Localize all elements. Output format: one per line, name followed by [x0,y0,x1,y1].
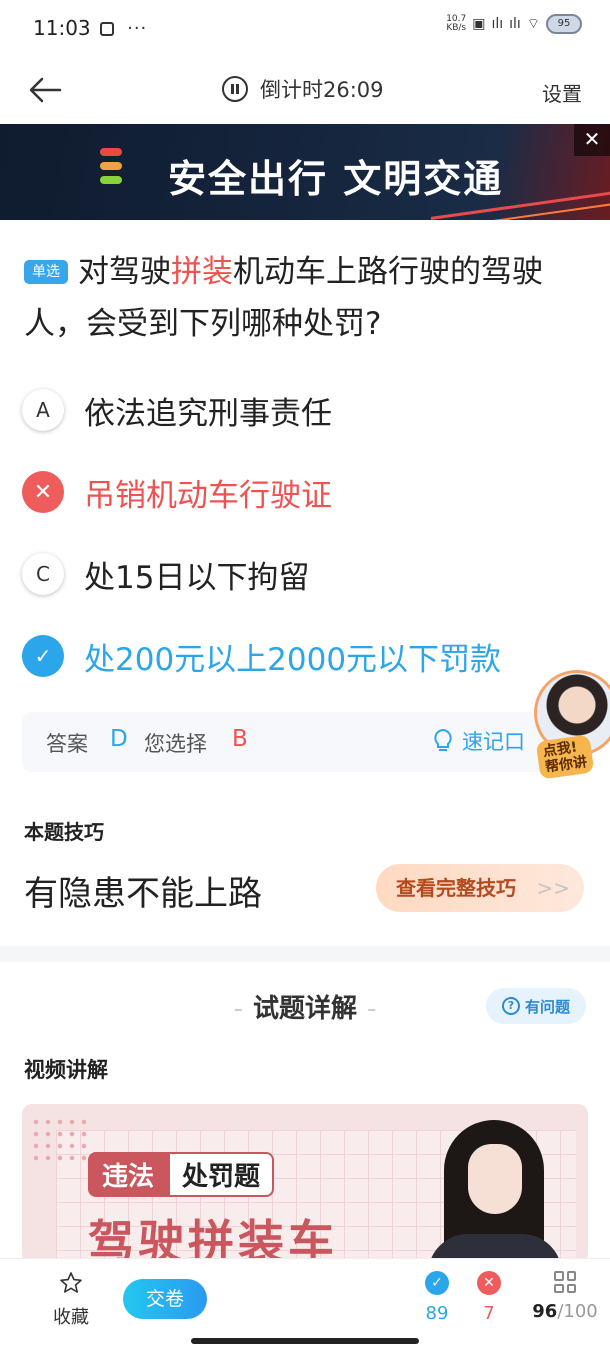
question-text-before: 对驾驶 [78,254,171,290]
avatar-tag: 点我! 帮你讲 [535,734,595,780]
network-speed: 10.7 KB/s [446,14,467,33]
option-text: 吊销机动车行驶证 [84,477,332,514]
tip-title: 本题技巧 [24,820,104,844]
report-question-label: 有问题 [524,997,570,1016]
traffic-light-icon [100,148,122,190]
option-marker: C [22,553,64,595]
submit-exam-button[interactable]: 交卷 [123,1279,207,1319]
quick-memo-button[interactable]: 速记口 [432,726,525,756]
countdown-timer[interactable]: 倒计时26:09 [222,74,384,104]
correct-count-value: 89 [425,1303,449,1324]
favorite-button[interactable]: 收藏 [50,1271,92,1329]
answer-label: 答案 [46,732,88,756]
status-left-icons: ··· [100,18,147,39]
traffic-light-green [100,176,122,184]
option-d[interactable]: ✓ 处200元以上2000元以下罚款 [22,630,602,682]
video-section-title: 视频讲解 [24,1058,108,1082]
option-c[interactable]: C 处15日以下拘留 [22,548,602,600]
ai-tutor-avatar[interactable]: 点我! 帮你讲 [534,670,610,780]
video-tag: 处罚题 [168,1152,275,1197]
presenter-face [468,1144,522,1214]
safety-banner[interactable]: 安全出行 文明交通 ✕ [0,124,610,220]
question-keyword: 拼装 [171,254,233,290]
your-choice-value: B [232,726,248,752]
option-text: 处15日以下拘留 [84,559,310,596]
video-tags: 违法 处罚题 [88,1152,275,1197]
title-dash: - [367,994,377,1024]
battery-icon: 95 [546,14,582,34]
signal-2-icon: ılı [509,16,521,32]
status-right-icons: 10.7 KB/s ▣ ılı ılı ⌔ 95 [446,14,582,34]
correct-check-icon: ✓ [425,1271,449,1295]
explanation-title-text: 试题详解 [252,994,357,1024]
nfc-icon: ▣ [472,16,486,32]
lightbulb-icon [434,728,452,751]
countdown-text: 倒计时26:09 [260,78,384,102]
view-full-tip-button[interactable]: 查看完整技巧 >> [376,864,584,912]
banner-close-button[interactable]: ✕ [574,124,610,156]
option-text: 依法追究刑事责任 [84,395,332,432]
wrong-count[interactable]: ✕ 7 [469,1271,509,1324]
correct-check-icon: ✓ [22,635,64,677]
grid-icon [554,1271,576,1293]
title-dash: - [233,994,243,1024]
option-b[interactable]: ✕ 吊销机动车行驶证 [22,466,602,518]
video-tag: 违法 [88,1152,169,1197]
progress-total: /100 [557,1301,598,1322]
presenter-image [418,1114,568,1264]
home-indicator[interactable] [191,1338,419,1344]
app-notification-icon [100,21,114,36]
video-thumbnail[interactable]: 违法 处罚题 驾驶拼装车 [22,1104,588,1264]
option-text: 处200元以上2000元以下罚款 [84,641,502,678]
star-icon [60,1272,82,1293]
wifi-icon: ⌔ [526,16,540,32]
view-full-tip-label: 查看完整技巧 [396,876,516,900]
tip-text: 有隐患不能上路 [24,874,262,914]
thumbnail-decoration [30,1116,90,1166]
option-marker: A [22,389,64,431]
double-chevron-icon: >> [536,876,570,900]
report-question-button[interactable]: ? 有问题 [486,988,586,1024]
signal-icon: ılı [491,16,504,32]
wrong-mark-icon: ✕ [477,1271,501,1295]
answer-value: D [110,726,128,752]
wrong-mark-icon: ✕ [22,471,64,513]
banner-text: 安全出行 文明交通 [168,157,504,201]
video-headline: 驾驶拼装车 [88,1215,338,1264]
option-a[interactable]: A 依法追究刑事责任 [22,384,602,436]
traffic-light-red [100,148,122,156]
favorite-label: 收藏 [53,1307,89,1328]
section-divider [0,946,610,962]
settings-button[interactable]: 设置 [542,78,582,107]
progress-current: 96 [532,1301,558,1322]
traffic-light-yellow [100,162,122,170]
quick-memo-label: 速记口 [462,730,525,754]
question-progress: 96/100 [530,1301,600,1322]
question-type-badge: 单选 [24,260,68,284]
answer-summary: 答案 D 您选择 B 速记口 [22,712,582,772]
status-time: 11:03 [33,16,91,40]
exam-header: 倒计时26:09 设置 [0,58,610,124]
question-grid-button[interactable]: 96/100 [530,1271,600,1322]
more-notifications-icon: ··· [127,18,148,39]
correct-count[interactable]: ✓ 89 [417,1271,457,1324]
question-mark-icon: ? [501,997,520,1015]
back-arrow-icon[interactable] [26,74,66,106]
status-bar: 11:03 ··· 10.7 KB/s ▣ ılı ılı ⌔ 95 [0,0,610,58]
wrong-count-value: 7 [483,1303,495,1324]
your-choice-label: 您选择 [144,732,207,756]
pause-icon[interactable] [222,76,248,102]
question-stem: 单选 对驾驶拼装机动车上路行驶的驾驶人，会受到下列哪种处罚? [24,246,584,350]
